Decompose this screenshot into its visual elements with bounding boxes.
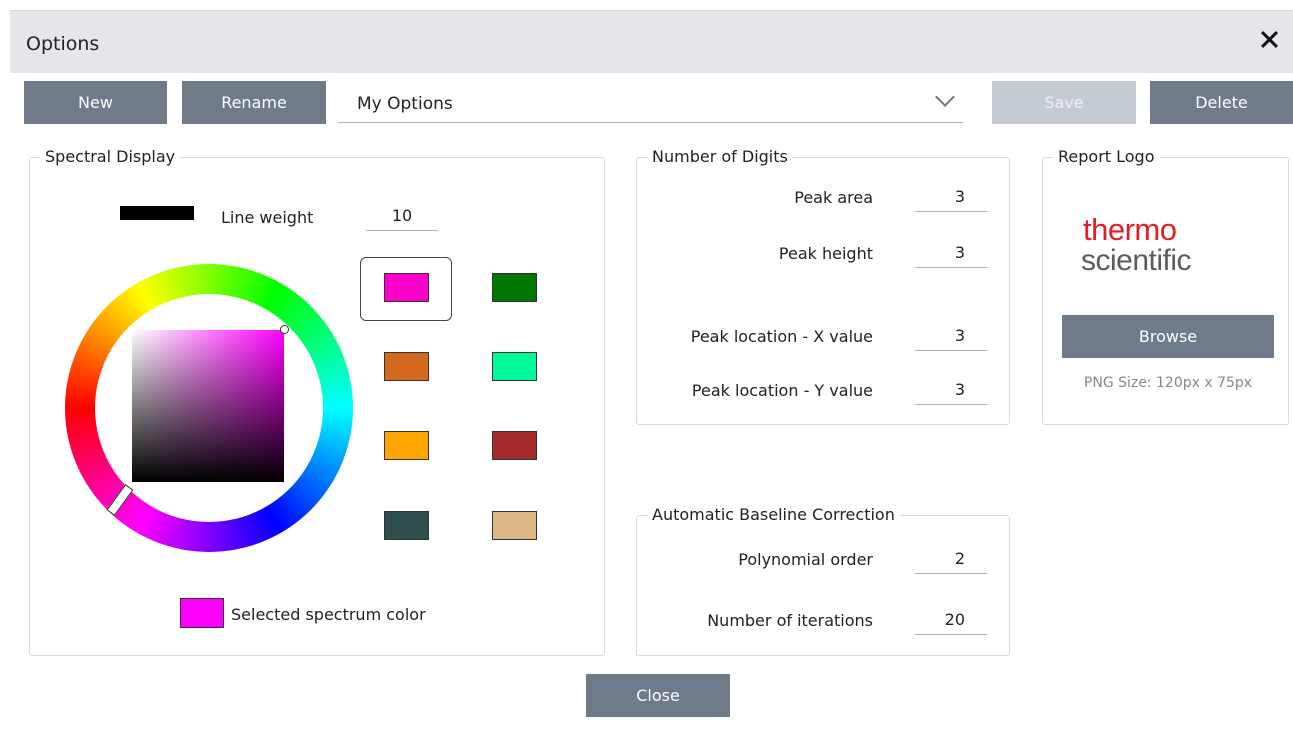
saturation-value-picker[interactable] [132,330,284,482]
peak-x-label: Peak location - X value [690,327,873,346]
save-button[interactable]: Save [992,81,1136,124]
color-swatch-1[interactable] [384,273,429,302]
line-weight-preview [120,206,194,220]
iterations-value: 20 [944,610,965,629]
report-logo-legend: Report Logo [1053,147,1160,166]
dialog-title: Options [26,33,100,55]
peak-area-field[interactable]: 3 [915,185,987,212]
peak-y-field[interactable]: 3 [915,378,987,405]
png-size-hint: PNG Size: 120px x 75px [1083,375,1253,391]
line-weight-label: Line weight [221,208,314,227]
peak-x-field[interactable]: 3 [915,324,987,351]
color-swatch-4[interactable] [492,352,537,381]
browse-button[interactable]: Browse [1062,315,1274,358]
dialog-titlebar: Options [10,10,1293,73]
chevron-down-icon [935,87,955,107]
baseline-correction-legend: Automatic Baseline Correction [647,505,900,524]
peak-x-value: 3 [954,326,965,345]
line-weight-field[interactable]: 10 [366,204,438,231]
peak-height-field[interactable]: 3 [915,241,987,268]
close-button[interactable]: Close [586,674,730,717]
spectral-display-legend: Spectral Display [40,147,181,166]
logo-scientific-text: scientific [1081,244,1192,277]
polynomial-order-label: Polynomial order [738,550,873,569]
peak-area-value: 3 [954,187,965,206]
peak-y-value: 3 [954,380,965,399]
color-swatch-5[interactable] [384,431,429,460]
color-swatch-8[interactable] [492,511,537,540]
color-swatch-6[interactable] [492,431,537,460]
sv-picker-handle[interactable] [280,325,289,334]
new-button[interactable]: New [24,81,167,124]
selected-color-label: Selected spectrum color [231,605,426,624]
polynomial-order-value: 2 [954,549,965,568]
color-swatch-2[interactable] [492,273,537,302]
iterations-label: Number of iterations [707,611,873,630]
delete-button[interactable]: Delete [1150,81,1293,124]
close-icon[interactable] [1257,28,1281,52]
color-swatch-7[interactable] [384,511,429,540]
selected-color-swatch [180,598,224,628]
peak-height-value: 3 [954,243,965,262]
options-profile-dropdown[interactable]: My Options [338,80,963,123]
color-swatch-3[interactable] [384,352,429,381]
iterations-field[interactable]: 20 [915,608,987,635]
rename-button[interactable]: Rename [182,81,326,124]
peak-height-label: Peak height [778,244,873,263]
peak-area-label: Peak area [794,188,873,207]
logo-thermo-text: thermo [1083,212,1177,247]
profile-value: My Options [357,94,453,114]
peak-y-label: Peak location - Y value [691,381,873,400]
polynomial-order-field[interactable]: 2 [915,547,987,574]
number-of-digits-legend: Number of Digits [647,147,793,166]
